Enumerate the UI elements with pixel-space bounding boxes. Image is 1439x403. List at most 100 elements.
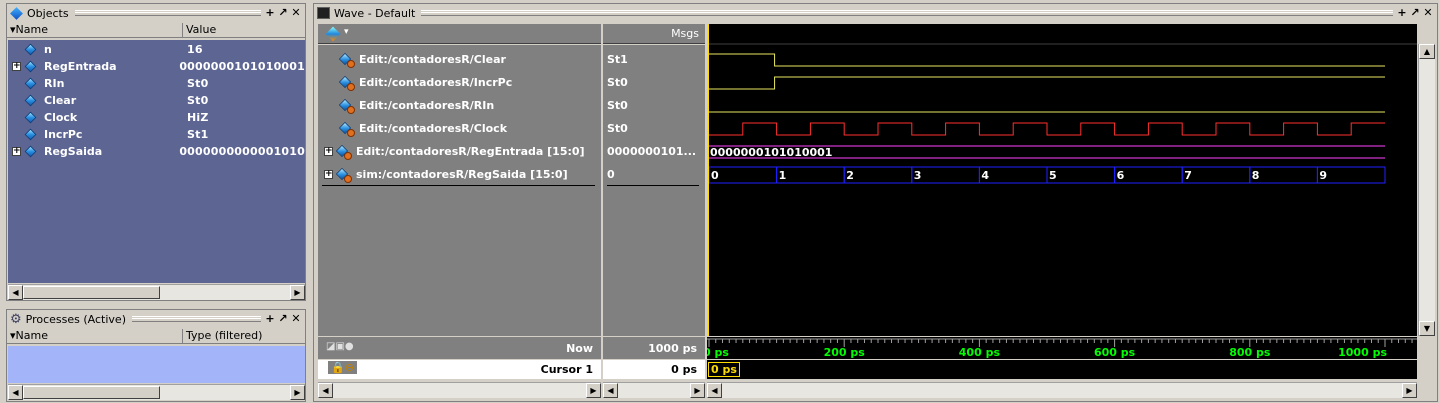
objects-hscrollbar[interactable]: ◀ ▶ xyxy=(8,284,305,300)
wave-regsaida-segment xyxy=(776,166,845,184)
expand-icon[interactable]: + xyxy=(324,147,333,156)
scroll-left-button[interactable]: ◀ xyxy=(8,385,23,400)
wave-clear xyxy=(709,53,1385,67)
object-name: Clock xyxy=(44,111,78,124)
signal-names-panel[interactable]: Edit:/contadoresR/Clear Edit:/contadoresR… xyxy=(318,45,601,336)
cursor-label[interactable]: Cursor 1 xyxy=(541,363,593,376)
now-label: Now xyxy=(566,342,593,355)
expand-icon[interactable]: + xyxy=(324,170,333,179)
object-row[interactable]: Clear St0 xyxy=(8,92,305,109)
wave-regsaida-segment xyxy=(1316,166,1386,184)
objects-drag-handle[interactable] xyxy=(74,10,262,16)
wave-regsaida-value: 5 xyxy=(1049,169,1057,182)
object-name: RegEntrada xyxy=(44,60,117,73)
dock-plus-icon[interactable]: + xyxy=(1396,7,1408,19)
dropdown-arrow-icon[interactable]: ▾ xyxy=(344,27,349,37)
wave-drag-handle[interactable] xyxy=(421,10,1393,16)
timeline-ruler[interactable]: 0 ps 200 ps 400 ps 600 ps 800 ps 1000 ps xyxy=(703,337,1417,359)
signal-row[interactable]: Edit:/contadoresR/Clock xyxy=(318,117,601,140)
object-row[interactable]: Clock HiZ xyxy=(8,109,305,126)
wave-pane: Wave - Default + ↗ ✕ ▾ Msgs Edit:/contad… xyxy=(313,3,1438,402)
object-name: Clear xyxy=(44,94,77,107)
processes-drag-handle[interactable] xyxy=(132,316,261,322)
wave-hscrollbar[interactable]: ◀ ▶ xyxy=(707,382,1417,398)
objects-col-name[interactable]: ▾Name xyxy=(7,23,183,37)
cursor-track[interactable]: 0 ps xyxy=(707,360,1417,379)
undock-icon[interactable]: ↗ xyxy=(277,7,289,19)
wave-regsaida-value: 1 xyxy=(779,169,787,182)
object-value: St0 xyxy=(187,77,209,90)
wave-window-icon xyxy=(317,7,330,19)
msgs-label: Msgs xyxy=(671,27,699,40)
waveform-area[interactable]: 0000000101010001 0 1 2 3 4 5 6 7 8 9 xyxy=(707,24,1417,336)
cursor-marker[interactable]: 0 ps xyxy=(708,362,740,377)
signal-values-panel[interactable]: St1 St0 St0 St0 0000000101... 0 xyxy=(603,45,705,336)
close-icon[interactable]: ✕ xyxy=(1422,7,1434,19)
processes-col-type[interactable]: Type (filtered) xyxy=(183,329,305,343)
expand-icon[interactable]: + xyxy=(12,147,21,156)
close-icon[interactable]: ✕ xyxy=(290,7,302,19)
wave-toolbar-icons[interactable]: ◪▣● xyxy=(326,341,354,352)
timeline-ticks: 0 ps 200 ps 400 ps 600 ps 800 ps 1000 ps xyxy=(703,338,1417,359)
close-icon[interactable]: ✕ xyxy=(290,313,302,325)
scroll-right-button[interactable]: ▶ xyxy=(690,383,705,398)
object-name-cell: + RegSaida xyxy=(8,145,176,158)
undock-icon[interactable]: ↗ xyxy=(277,313,289,325)
object-value: 0000000101010001 xyxy=(179,60,305,73)
scroll-right-button[interactable]: ▶ xyxy=(290,285,305,300)
object-name-cell: + RegEntrada xyxy=(8,60,176,73)
processes-titlebar[interactable]: ⚙ Processes (Active) + ↗ ✕ xyxy=(7,310,305,328)
processes-col-name[interactable]: ▾Name xyxy=(7,329,183,343)
signal-icon xyxy=(338,121,355,137)
ruler-label: 800 ps xyxy=(1229,346,1271,359)
object-row[interactable]: RIn St0 xyxy=(8,75,305,92)
object-row[interactable]: + RegEntrada 0000000101010001 xyxy=(8,58,305,75)
scroll-thumb[interactable] xyxy=(23,386,160,399)
processes-hscrollbar[interactable]: ◀ ▶ xyxy=(8,384,305,400)
signal-row[interactable]: + Edit:/contadoresR/RegEntrada [15:0] xyxy=(318,140,601,163)
waveform-canvas[interactable]: 0000000101010001 0 1 2 3 4 5 6 7 8 9 xyxy=(707,24,1417,336)
signal-row[interactable]: Edit:/contadoresR/Clear xyxy=(318,48,601,71)
signal-tree-icon[interactable] xyxy=(325,26,341,42)
object-row[interactable]: IncrPc St1 xyxy=(8,126,305,143)
wave-titlebar[interactable]: Wave - Default + ↗ ✕ xyxy=(314,4,1437,22)
scroll-right-button[interactable]: ▶ xyxy=(586,383,601,398)
scroll-left-button[interactable]: ◀ xyxy=(8,285,23,300)
signal-row[interactable]: Edit:/contadoresR/IncrPc xyxy=(318,71,601,94)
dock-plus-icon[interactable]: + xyxy=(264,7,276,19)
scroll-left-button[interactable]: ◀ xyxy=(318,383,333,398)
msgs-hscrollbar[interactable]: ◀ ▶ xyxy=(603,382,705,398)
wave-regsaida-segment xyxy=(843,166,913,184)
object-row[interactable]: n 16 xyxy=(8,41,305,58)
scroll-down-button[interactable]: ▼ xyxy=(1419,321,1435,336)
signal-msg: 0000000101... xyxy=(607,145,697,158)
signal-row[interactable]: + sim:/contadoresR/RegSaida [15:0] xyxy=(318,163,601,186)
names-hscrollbar[interactable]: ◀ ▶ xyxy=(318,382,601,398)
undock-icon[interactable]: ↗ xyxy=(1409,7,1421,19)
column-splitter[interactable] xyxy=(601,24,603,380)
objects-col-value[interactable]: Value xyxy=(183,23,305,37)
objects-titlebar[interactable]: Objects + ↗ ✕ xyxy=(7,4,305,22)
signal-icon xyxy=(335,144,352,160)
objects-list[interactable]: n 16 + RegEntrada 0000000101010001 RIn St0 Clea… xyxy=(8,40,305,283)
wave-regsaida-value: 4 xyxy=(981,169,989,182)
scroll-up-button[interactable]: ▲ xyxy=(1419,44,1435,59)
scroll-left-button[interactable]: ◀ xyxy=(707,383,722,398)
object-row[interactable]: + RegSaida 0000000000001010 xyxy=(8,143,305,160)
wave-regsaida-segment xyxy=(911,166,980,184)
scroll-thumb[interactable] xyxy=(23,286,160,299)
scroll-right-button[interactable]: ▶ xyxy=(290,385,305,400)
scroll-right-button[interactable]: ▶ xyxy=(1402,383,1417,398)
cursor-lock-icons[interactable]: 🔒⊖ xyxy=(328,361,357,374)
wave-regsaida-segment xyxy=(1046,166,1116,184)
wave-vscrollbar[interactable]: ▲ ▼ xyxy=(1418,44,1435,336)
wave-regsaida-value: 9 xyxy=(1319,169,1327,182)
signal-icon xyxy=(338,98,355,114)
expand-icon[interactable]: + xyxy=(12,62,21,71)
processes-list[interactable] xyxy=(8,346,305,383)
dock-plus-icon[interactable]: + xyxy=(264,313,276,325)
object-name: RegSaida xyxy=(44,145,103,158)
objects-icon xyxy=(10,6,23,20)
scroll-left-button[interactable]: ◀ xyxy=(603,383,618,398)
signal-row[interactable]: Edit:/contadoresR/RIn xyxy=(318,94,601,117)
